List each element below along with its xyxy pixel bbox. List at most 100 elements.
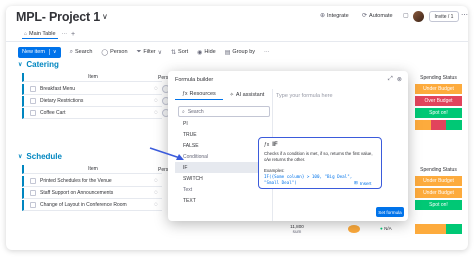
header-item: Item (88, 166, 98, 172)
timeline-summary-pill (348, 225, 360, 233)
table-row[interactable]: Coffee Cart ◌ (22, 108, 162, 119)
status-cell[interactable]: Spot on! (415, 200, 462, 210)
toolbar-more-icon[interactable]: ··· (264, 49, 270, 55)
summary-segment (446, 224, 462, 234)
group-name: Catering (26, 60, 59, 69)
row-checkbox[interactable] (30, 202, 36, 208)
new-item-button[interactable]: New item ∨ (18, 46, 61, 58)
row-item-name[interactable]: Coffee Cart (40, 110, 150, 116)
row-item-name[interactable]: Breakfast Menu (40, 86, 150, 92)
status-cell[interactable]: Over Budget (415, 96, 462, 106)
board-toolbar: New item ∨ ⌕ Search ◯ Person ⏷ Filter ∨ ⇅ Sor… (18, 46, 270, 58)
function-category: Conditional (183, 153, 209, 160)
automate-button[interactable]: ⟳ Automate (362, 12, 393, 20)
tab-ai-assistant[interactable]: ✧ AI assistant (223, 89, 271, 100)
row-checkbox[interactable] (30, 98, 36, 104)
status-label: Under Budget (423, 86, 454, 92)
table-row[interactable]: Breakfast Menu ◌ (22, 84, 162, 95)
search-placeholder: Search (187, 108, 204, 115)
function-icon: ƒx (182, 91, 188, 97)
group-by-button[interactable]: ▤ Group by (225, 49, 255, 56)
add-view-icon[interactable]: + (71, 31, 75, 38)
updates-icon[interactable]: ◌ (150, 202, 162, 208)
table-row[interactable]: Dietary Restrictions ◌ (22, 96, 162, 107)
board-title[interactable]: MPL- Project 1 ∨ (16, 10, 108, 24)
tab-resources[interactable]: ƒx Resources (175, 89, 223, 100)
na-label: N/A (384, 226, 392, 231)
function-search-input[interactable]: ⌕ Search (178, 106, 270, 117)
insert-label: Insert (359, 180, 372, 186)
status-summary-bar (415, 224, 462, 234)
status-cell[interactable]: Under Budget (415, 84, 462, 94)
row-checkbox[interactable] (30, 190, 36, 196)
user-avatar[interactable] (413, 11, 424, 22)
filter-label: Filter (143, 49, 156, 55)
table-header: Item (22, 73, 162, 82)
summary-segment (415, 120, 431, 130)
function-item[interactable]: TEXT (175, 195, 271, 206)
status-label: Under Budget (423, 190, 454, 196)
table-row[interactable]: Staff Support on Announcements ◌ (22, 188, 162, 199)
row-item-name[interactable]: Printed Schedules for the Venue (40, 178, 150, 184)
status-summary-bar (415, 120, 463, 130)
updates-icon[interactable]: ◌ (150, 110, 162, 116)
function-item[interactable]: FALSE (175, 140, 271, 151)
invite-label: Invite / 1 (434, 13, 454, 20)
board-title-text: MPL- Project 1 (16, 10, 101, 24)
group-title-schedule[interactable]: ∨ Schedule (18, 152, 62, 161)
hide-button[interactable]: ◉ Hide (197, 49, 216, 56)
tab-resources-label: Resources (189, 91, 216, 97)
collapse-chevron-icon[interactable]: ∨ (18, 61, 22, 68)
summary-segment (415, 224, 447, 234)
table-row[interactable]: Printed Schedules for the Venue ◌ (22, 176, 162, 187)
updates-icon[interactable]: ◌ (150, 86, 162, 92)
set-formula-label: Set formula (378, 209, 402, 215)
updates-icon[interactable]: ◌ (150, 98, 162, 104)
row-item-name[interactable]: Staff Support on Announcements (40, 190, 150, 196)
status-label: Under Budget (423, 178, 454, 184)
expand-icon[interactable]: ⤢ (388, 76, 393, 83)
sort-label: Sort (178, 49, 189, 55)
search-label: Search (74, 49, 93, 55)
automate-icon: ⟳ (362, 13, 368, 19)
function-list: PI TRUE FALSE Conditional IF SWITCH Text TEXT (175, 118, 271, 206)
table-header: Item (22, 165, 162, 174)
status-cell[interactable]: Spot on! (415, 108, 462, 118)
formula-editor[interactable]: Type your formula here (276, 93, 333, 99)
row-item-name[interactable]: Dietary Restrictions (40, 98, 150, 104)
person-filter-button[interactable]: ◯ Person (101, 49, 127, 56)
row-item-name[interactable]: Change of Layout in Conference Room (40, 202, 150, 208)
view-tabs: ⌂ Main Table ··· + (22, 28, 75, 40)
status-cell[interactable]: Under Budget (415, 188, 462, 198)
title-chevron-icon[interactable]: ∨ (102, 12, 108, 21)
row-checkbox[interactable] (30, 178, 36, 184)
function-item[interactable]: SWITCH (175, 173, 271, 184)
header-spending-status: Spending Status (420, 74, 457, 81)
insert-button[interactable]: ⊞ Insert (354, 180, 371, 186)
group-title-catering[interactable]: ∨ Catering (18, 60, 59, 69)
tab-more-icon[interactable]: ··· (62, 31, 68, 37)
row-checkbox[interactable] (30, 86, 36, 92)
status-cell[interactable]: Under Budget (415, 176, 462, 186)
header-divider (6, 41, 468, 42)
dialog-header-icons: ⤢ ⊗ (388, 76, 402, 83)
function-item[interactable]: TRUE (175, 129, 271, 140)
row-checkbox[interactable] (30, 110, 36, 116)
more-options-icon[interactable]: ⋯ (461, 11, 468, 19)
tab-main-table[interactable]: ⌂ Main Table (22, 30, 58, 39)
updates-icon[interactable]: ◌ (150, 178, 162, 184)
table-row[interactable]: Change of Layout in Conference Room ◌ (22, 200, 162, 211)
collapse-chevron-icon[interactable]: ∨ (18, 153, 22, 160)
search-button[interactable]: ⌕ Search (70, 49, 93, 56)
filter-button[interactable]: ⏷ Filter ∨ (137, 49, 162, 56)
close-icon[interactable]: ⊗ (397, 76, 402, 83)
function-item[interactable]: IF (175, 162, 271, 173)
new-item-caret-icon[interactable]: ∨ (48, 49, 57, 55)
integrate-button[interactable]: ⊕ Integrate (320, 12, 349, 20)
invite-button[interactable]: Invite / 1 (429, 11, 459, 22)
updates-icon[interactable]: ◌ (150, 190, 162, 196)
function-item[interactable]: PI (175, 118, 271, 129)
sort-button[interactable]: ⇅ Sort (171, 49, 188, 56)
comment-button[interactable]: ▢ (403, 12, 409, 19)
set-formula-button[interactable]: Set formula (376, 207, 404, 217)
